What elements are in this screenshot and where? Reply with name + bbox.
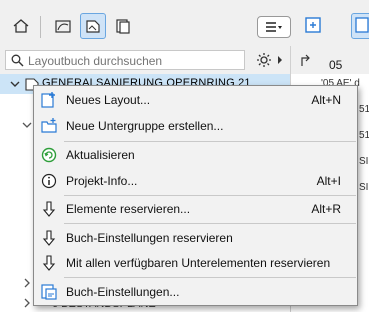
layout-book-button[interactable] — [80, 13, 106, 39]
search-icon — [11, 54, 24, 67]
info-icon — [40, 172, 58, 190]
new-layout-button[interactable] — [302, 13, 328, 39]
detail-line: 51 — [359, 130, 369, 141]
reserve-arrow-icon — [40, 229, 58, 247]
house-icon — [13, 19, 29, 33]
new-layout-icon — [40, 91, 58, 109]
book-settings-icon — [40, 283, 58, 301]
view-map-button[interactable] — [50, 13, 76, 39]
detail-line: SI — [359, 156, 369, 167]
layout-book-icon — [86, 20, 100, 33]
chevron-right-icon[interactable] — [22, 278, 32, 288]
chevron-down-icon — [10, 81, 20, 87]
menu-separator — [64, 277, 356, 278]
menu-item-refresh[interactable]: Aktualisieren — [34, 143, 357, 167]
layout-number: 05 — [329, 58, 343, 72]
navigator-toolbar — [0, 0, 291, 46]
publisher-sets-button[interactable] — [110, 13, 136, 39]
menu-item-book-settings[interactable]: Buch-Einstellungen... — [34, 280, 357, 304]
menu-item-new-subset[interactable]: Neue Untergruppe erstellen... — [34, 114, 357, 138]
detail-line: 51 — [359, 104, 369, 115]
hamburger-icon — [266, 22, 282, 32]
menu-item-new-layout[interactable]: Neues Layout... Alt+N — [34, 88, 357, 112]
menu-separator — [64, 195, 356, 196]
details-toolbar: 05 — [291, 46, 369, 74]
menu-item-project-info[interactable]: Projekt-Info... Alt+I — [34, 169, 357, 193]
new-layout-icon — [305, 17, 321, 33]
publisher-icon — [116, 19, 130, 34]
menu-item-reserve-book-settings[interactable]: Buch-Einstellungen reservieren — [34, 226, 357, 250]
toolbar-divider — [40, 16, 41, 38]
layout-settings-button[interactable] — [351, 13, 369, 39]
context-menu: Neues Layout... Alt+N Neue Untergruppe e… — [33, 85, 358, 306]
search-field[interactable] — [5, 50, 245, 70]
layout-settings-icon — [355, 17, 369, 33]
detail-line: SI — [359, 182, 369, 193]
gear-icon — [257, 53, 271, 67]
up-arrow-icon[interactable] — [299, 54, 313, 68]
new-subset-icon — [40, 117, 58, 135]
reserve-arrow-icon — [40, 254, 58, 272]
project-map-button[interactable] — [8, 13, 34, 39]
panel-menu-button[interactable] — [257, 16, 291, 38]
menu-separator — [64, 223, 356, 224]
search-input[interactable] — [28, 53, 240, 68]
chevron-right-icon[interactable] — [22, 298, 32, 308]
menu-item-reserve-with-subelements[interactable]: Mit allen verfügbaren Unterelementen res… — [34, 251, 357, 275]
options-button[interactable] — [256, 50, 284, 70]
chevron-right-icon — [278, 56, 282, 64]
chevron-down-icon[interactable] — [22, 120, 32, 130]
reserve-arrow-icon — [40, 200, 58, 218]
refresh-icon — [40, 146, 58, 164]
menu-separator — [64, 141, 356, 142]
menu-item-reserve-elements[interactable]: Elemente reservieren... Alt+R — [34, 197, 357, 221]
view-map-icon — [55, 20, 71, 33]
